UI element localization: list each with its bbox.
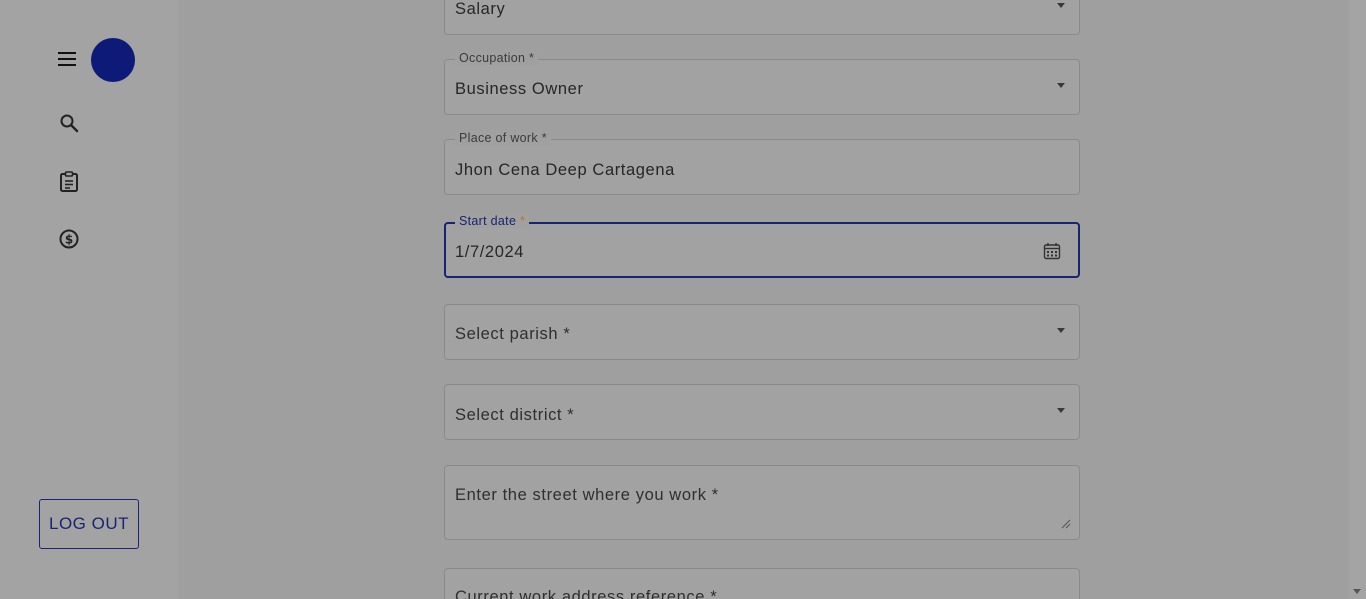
avatar[interactable]	[91, 38, 135, 82]
chevron-down-icon[interactable]	[1057, 3, 1065, 8]
occupation-select[interactable]: Occupation * Business Owner	[444, 51, 1080, 115]
sidebar: $ LOG OUT	[0, 0, 178, 599]
search-icon[interactable]	[58, 112, 80, 134]
district-placeholder: Select district *	[455, 406, 575, 424]
clipboard-icon[interactable]	[58, 170, 80, 192]
parish-placeholder: Select parish *	[455, 325, 571, 343]
start-date-field[interactable]: Start date * 1/7/2024	[444, 214, 1080, 278]
chevron-down-icon[interactable]	[1057, 83, 1065, 88]
district-select[interactable]: Select district *	[444, 384, 1080, 440]
chevron-down-icon[interactable]	[1057, 328, 1065, 333]
occupation-label: Occupation *	[455, 51, 539, 65]
scrollbar[interactable]	[1349, 0, 1366, 599]
logout-button[interactable]: LOG OUT	[39, 499, 139, 549]
svg-text:$: $	[65, 233, 73, 247]
start-date-label: Start date *	[455, 214, 530, 228]
place-of-work-field[interactable]: Place of work * Jhon Cena Deep Cartagena	[444, 131, 1080, 195]
address-reference-placeholder: Current work address reference *	[455, 588, 718, 599]
occupation-value: Business Owner	[455, 80, 584, 98]
parish-select[interactable]: Select parish *	[444, 304, 1080, 360]
chevron-down-icon[interactable]	[1057, 408, 1065, 413]
place-of-work-label: Place of work *	[455, 131, 551, 145]
calendar-icon[interactable]	[1043, 242, 1061, 260]
income-type-select[interactable]: Salary	[444, 0, 1080, 35]
start-date-value: 1/7/2024	[455, 243, 525, 261]
resize-handle-icon[interactable]	[1061, 519, 1071, 529]
address-reference-field[interactable]: Current work address reference *	[444, 568, 1080, 599]
scroll-down-icon[interactable]	[1353, 589, 1361, 594]
place-of-work-value: Jhon Cena Deep Cartagena	[455, 161, 675, 179]
income-type-value: Salary	[455, 0, 506, 18]
work-street-placeholder: Enter the street where you work *	[455, 486, 719, 504]
dollar-circle-icon[interactable]: $	[58, 228, 80, 250]
hamburger-menu-icon[interactable]	[57, 51, 77, 67]
work-street-textarea[interactable]: Enter the street where you work *	[444, 465, 1080, 540]
